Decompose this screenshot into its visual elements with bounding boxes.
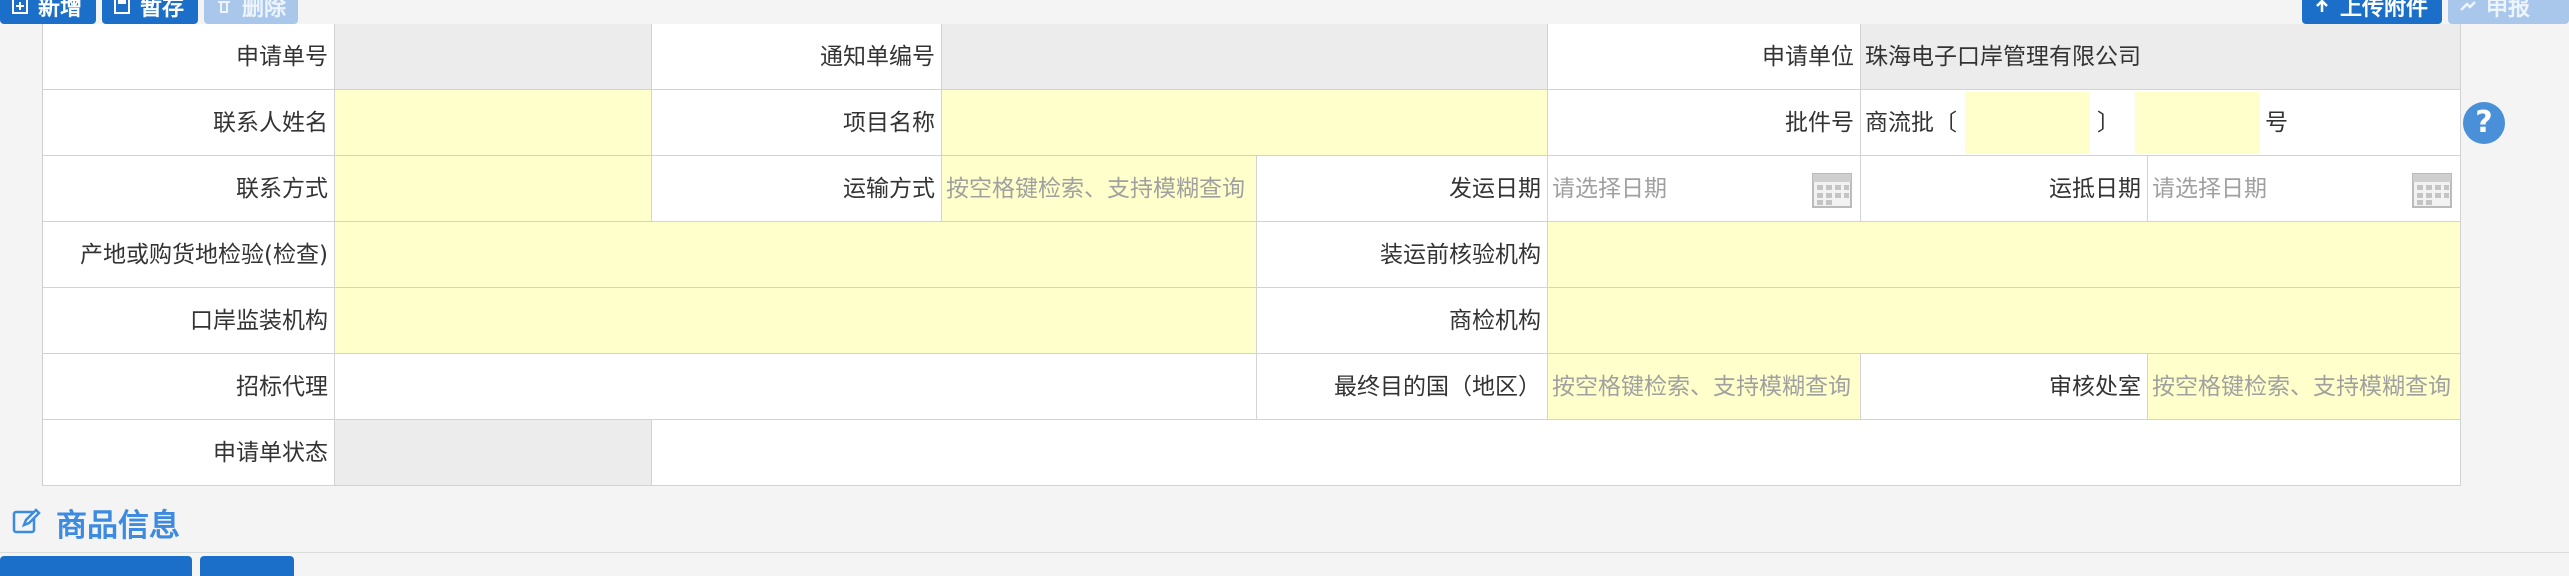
section-title: 商品信息 [56, 507, 180, 544]
destination-country-label: 最终目的国（地区） [1257, 354, 1548, 420]
ship-date-placeholder: 请选择日期 [1552, 176, 1667, 202]
ship-date-input[interactable]: 请选择日期 [1548, 156, 1861, 222]
notice-no-label: 通知单编号 [652, 24, 942, 90]
approval-no-group: 商流批〔 〕 号 [1861, 90, 2461, 156]
notice-no-field [942, 24, 1548, 90]
add-label: 新增 [38, 0, 83, 21]
approval-no-suffix: 号 [2265, 110, 2288, 136]
origin-inspection-label: 产地或购货地检验(检查) [43, 222, 335, 288]
submit-label: 申报 [2486, 0, 2531, 21]
port-supervision-input[interactable] [335, 288, 1257, 354]
applicant-unit-label: 申请单位 [1548, 24, 1861, 90]
top-toolbar: 新增 暂存 删除 上传附件 申报 [0, 0, 2569, 24]
approval-no-label: 批件号 [1548, 90, 1861, 156]
ship-date-label: 发运日期 [1257, 156, 1548, 222]
status-row-filler [652, 420, 2461, 486]
contact-name-input[interactable] [335, 90, 652, 156]
upload-icon [2316, 0, 2328, 12]
tender-agent-input[interactable] [335, 354, 1257, 420]
contact-method-input[interactable] [335, 156, 652, 222]
contact-name-label: 联系人姓名 [43, 90, 335, 156]
goods-toolbar-button-1[interactable] [0, 556, 192, 576]
upload-attachment-button[interactable]: 上传附件 [2302, 0, 2442, 24]
application-form: 申请单号 通知单编号 申请单位 珠海电子口岸管理有限公司 联系人姓名 项目名称 … [42, 24, 2461, 486]
goods-toolbar-button-2[interactable] [200, 556, 294, 576]
application-status-label: 申请单状态 [43, 420, 335, 486]
pre-shipment-agency-label: 装运前核验机构 [1257, 222, 1548, 288]
commodity-inspection-input[interactable] [1548, 288, 2461, 354]
transport-mode-input[interactable]: 按空格键检索、支持模糊查询 [942, 156, 1257, 222]
arrival-date-placeholder: 请选择日期 [2152, 176, 2267, 202]
section-divider [0, 552, 2569, 553]
submit-button[interactable]: 申报 [2448, 0, 2569, 24]
project-name-input[interactable] [942, 90, 1548, 156]
approval-no-prefix: 商流批〔 [1865, 110, 1957, 136]
origin-inspection-input[interactable] [335, 222, 1257, 288]
section-header: 商品信息 [12, 500, 180, 544]
upload-label: 上传附件 [2340, 0, 2429, 21]
destination-country-input[interactable]: 按空格键检索、支持模糊查询 [1548, 354, 1861, 420]
pre-shipment-agency-input[interactable] [1548, 222, 2461, 288]
application-no-field [335, 24, 652, 90]
application-status-field [335, 420, 652, 486]
calendar-icon[interactable] [1812, 170, 1852, 208]
arrival-date-label: 运抵日期 [1861, 156, 2148, 222]
delete-icon [218, 1, 230, 13]
calendar-icon[interactable] [2412, 170, 2452, 208]
applicant-unit-field: 珠海电子口岸管理有限公司 [1861, 24, 2461, 90]
approval-no-middle: 〕 [2097, 110, 2120, 136]
delete-button[interactable]: 删除 [204, 0, 298, 24]
commodity-inspection-label: 商检机构 [1257, 288, 1548, 354]
contact-method-label: 联系方式 [43, 156, 335, 222]
edit-icon [12, 508, 41, 534]
arrival-date-input[interactable]: 请选择日期 [2148, 156, 2461, 222]
project-name-label: 项目名称 [652, 90, 942, 156]
review-office-label: 审核处室 [1861, 354, 2148, 420]
port-supervision-label: 口岸监装机构 [43, 288, 335, 354]
save-icon [114, 0, 130, 14]
approval-no-part1-input[interactable] [1965, 92, 2089, 154]
save-button[interactable]: 暂存 [102, 0, 198, 24]
review-office-input[interactable]: 按空格键检索、支持模糊查询 [2148, 354, 2461, 420]
save-label: 暂存 [140, 0, 185, 21]
transport-mode-label: 运输方式 [652, 156, 942, 222]
delete-label: 删除 [242, 0, 287, 21]
add-icon [12, 0, 28, 14]
tender-agent-label: 招标代理 [43, 354, 335, 420]
approval-no-part2-input[interactable] [2135, 92, 2259, 154]
help-icon[interactable]: ? [2463, 102, 2505, 144]
add-button[interactable]: 新增 [0, 0, 96, 24]
application-no-label: 申请单号 [43, 24, 335, 90]
submit-icon [2460, 1, 2476, 11]
